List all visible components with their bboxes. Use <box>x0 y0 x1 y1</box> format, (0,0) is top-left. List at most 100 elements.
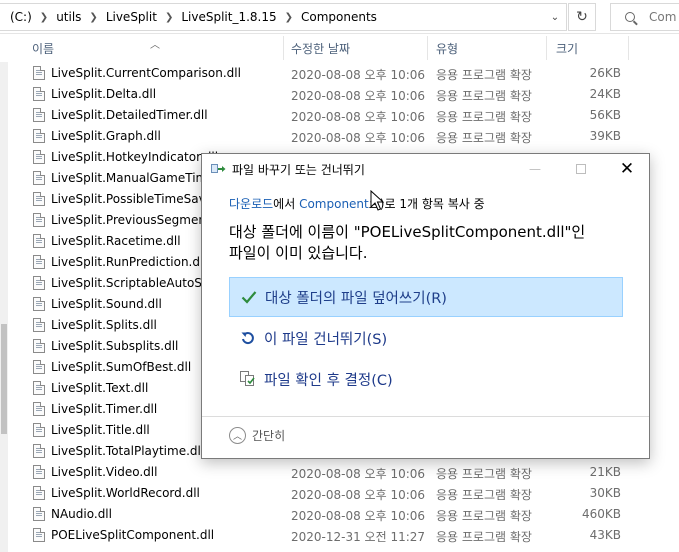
file-date: 2020-08-08 오후 10:06 <box>291 68 426 82</box>
file-name: LiveSplit.HotkeyIndicator.dll <box>51 150 219 164</box>
dll-file-icon <box>33 486 45 500</box>
compare-files-label: 파일 확인 후 결정(C) <box>264 372 393 389</box>
breadcrumb-drive[interactable]: (C:) <box>10 10 32 24</box>
column-size[interactable]: 크기 <box>556 40 578 57</box>
file-name: NAudio.dll <box>51 507 112 521</box>
skip-file-label: 이 파일 건너뛰기(S) <box>264 331 388 348</box>
file-size: 24KB <box>589 87 621 101</box>
column-name[interactable]: 이름 <box>32 40 54 57</box>
dll-file-icon <box>33 171 45 185</box>
file-date: 2020-08-08 오후 10:06 <box>291 89 426 103</box>
file-name: LiveSplit.Splits.dll <box>51 318 157 332</box>
dll-file-icon <box>33 528 45 542</box>
dialog-titlebar[interactable]: 파일 바꾸기 또는 건너뛰기 — ✕ <box>202 154 649 184</box>
dll-file-icon <box>33 234 45 248</box>
address-bar[interactable]: (C:) ❯ utils ❯ LiveSplit ❯ LiveSplit_1.8… <box>0 3 567 31</box>
file-row[interactable]: LiveSplit.Graph.dll 2020-08-08 오후 10:06 응용… <box>0 125 679 146</box>
file-name: LiveSplit.Text.dll <box>51 381 149 395</box>
file-name: LiveSplit.SumOfBest.dll <box>51 360 192 374</box>
skip-file-option[interactable]: 이 파일 건너뛰기(S) <box>229 318 623 358</box>
file-row[interactable]: LiveSplit.WorldRecord.dll 2020-08-08 오후 1… <box>0 482 679 503</box>
chevron-right-icon[interactable]: ❯ <box>165 12 173 23</box>
file-size: 26KB <box>589 66 621 80</box>
file-type: 응용 프로그램 확장 <box>436 131 532 145</box>
fewer-details-label: 간단히 <box>252 429 286 443</box>
search-icon <box>625 12 635 22</box>
search-input[interactable]: Com <box>610 3 679 31</box>
file-name: LiveSplit.CurrentComparison.dll <box>51 66 241 80</box>
destination-folder-link[interactable]: Component <box>299 197 369 211</box>
file-name: POELiveSplitComponent.dll <box>51 528 215 542</box>
dll-file-icon <box>33 87 45 101</box>
chevron-up-icon: ︿ <box>229 427 246 444</box>
breadcrumb-components[interactable]: Components <box>301 10 377 24</box>
column-divider[interactable] <box>283 36 284 60</box>
dll-file-icon <box>33 402 45 416</box>
file-name: LiveSplit.Graph.dll <box>51 129 161 143</box>
file-row[interactable]: POELiveSplitComponent.dll 2020-12-31 오전 1… <box>0 524 679 545</box>
dll-file-icon <box>33 276 45 290</box>
file-date: 2020-08-08 오후 10:06 <box>291 488 426 502</box>
file-name: LiveSplit.RunPrediction.dll <box>51 255 207 269</box>
close-button[interactable]: ✕ <box>604 154 650 184</box>
dll-file-icon <box>33 444 45 458</box>
column-type[interactable]: 유형 <box>436 40 458 57</box>
dll-file-icon <box>33 318 45 332</box>
checkmark-icon <box>238 286 260 308</box>
file-move-icon <box>211 164 226 173</box>
column-divider[interactable] <box>427 36 428 60</box>
conflict-message-line1: 대상 폴더에 이름이 "POELiveSplitComponent.dll"인 <box>229 223 586 241</box>
dll-file-icon <box>33 108 45 122</box>
breadcrumb-utils[interactable]: utils <box>56 10 81 24</box>
file-row[interactable]: LiveSplit.CurrentComparison.dll 2020-08-0… <box>0 62 679 83</box>
dll-file-icon <box>33 339 45 353</box>
dialog-title: 파일 바꾸기 또는 건너뛰기 <box>232 163 365 177</box>
dll-file-icon <box>33 297 45 311</box>
chevron-down-icon[interactable]: ⌄ <box>544 4 566 30</box>
source-folder-link[interactable]: 다운로드 <box>229 197 273 211</box>
chevron-right-icon[interactable]: ❯ <box>40 12 48 23</box>
file-type: 응용 프로그램 확장 <box>436 467 532 481</box>
refresh-button[interactable]: ↻ <box>568 3 596 31</box>
breadcrumb-livesplit-version[interactable]: LiveSplit_1.8.15 <box>181 10 276 24</box>
file-date: 2020-12-31 오전 11:27 <box>291 530 426 544</box>
compare-files-option[interactable]: 파일 확인 후 결정(C) <box>229 359 623 399</box>
replace-file-option[interactable]: 대상 폴더의 파일 덮어쓰기(R) <box>229 277 623 317</box>
file-type: 응용 프로그램 확장 <box>436 530 532 544</box>
file-date: 2020-08-08 오후 10:06 <box>291 110 426 124</box>
column-header: ︿ 이름 수정한 날짜 유형 크기 <box>0 34 679 62</box>
maximize-button[interactable] <box>558 154 604 184</box>
skip-arrow-icon <box>237 327 259 349</box>
dll-file-icon <box>33 507 45 521</box>
file-name: LiveSplit.DetailedTimer.dll <box>51 108 208 122</box>
dll-file-icon <box>33 129 45 143</box>
minimize-button[interactable]: — <box>512 154 558 184</box>
progress-rest-text: 으)로 1개 항목 복사 중 <box>368 197 485 211</box>
file-name: LiveSplit.ManualGameTime.d <box>51 171 227 185</box>
file-row[interactable]: LiveSplit.DetailedTimer.dll 2020-08-08 오후… <box>0 104 679 125</box>
file-row[interactable]: LiveSplit.Video.dll 2020-08-08 오후 10:06 응용… <box>0 461 679 482</box>
close-icon: ✕ <box>619 159 635 179</box>
refresh-icon: ↻ <box>576 9 588 25</box>
file-date: 2020-08-08 오후 10:06 <box>291 509 426 523</box>
file-name: LiveSplit.WorldRecord.dll <box>51 486 200 500</box>
file-row[interactable]: LiveSplit.Delta.dll 2020-08-08 오후 10:06 응용… <box>0 83 679 104</box>
column-divider[interactable] <box>546 36 547 60</box>
file-size: 39KB <box>589 129 621 143</box>
dll-file-icon <box>33 465 45 479</box>
chevron-right-icon[interactable]: ❯ <box>285 12 293 23</box>
column-divider[interactable] <box>628 36 629 60</box>
dll-file-icon <box>33 150 45 164</box>
fewer-details-toggle[interactable]: ︿ 간단히 <box>229 427 285 444</box>
file-row[interactable]: NAudio.dll 2020-08-08 오후 10:06 응용 프로그램 확장 4… <box>0 503 679 524</box>
file-date: 2020-08-08 오후 10:06 <box>291 131 426 145</box>
conflict-message-line2: 파일이 이미 있습니다. <box>229 244 368 262</box>
dll-file-icon <box>33 66 45 80</box>
dll-file-icon <box>33 381 45 395</box>
column-date[interactable]: 수정한 날짜 <box>291 40 350 57</box>
breadcrumb-livesplit[interactable]: LiveSplit <box>106 10 157 24</box>
file-size: 43KB <box>589 528 621 542</box>
maximize-icon <box>576 164 586 174</box>
file-size: 21KB <box>589 465 621 479</box>
chevron-right-icon[interactable]: ❯ <box>89 12 97 23</box>
